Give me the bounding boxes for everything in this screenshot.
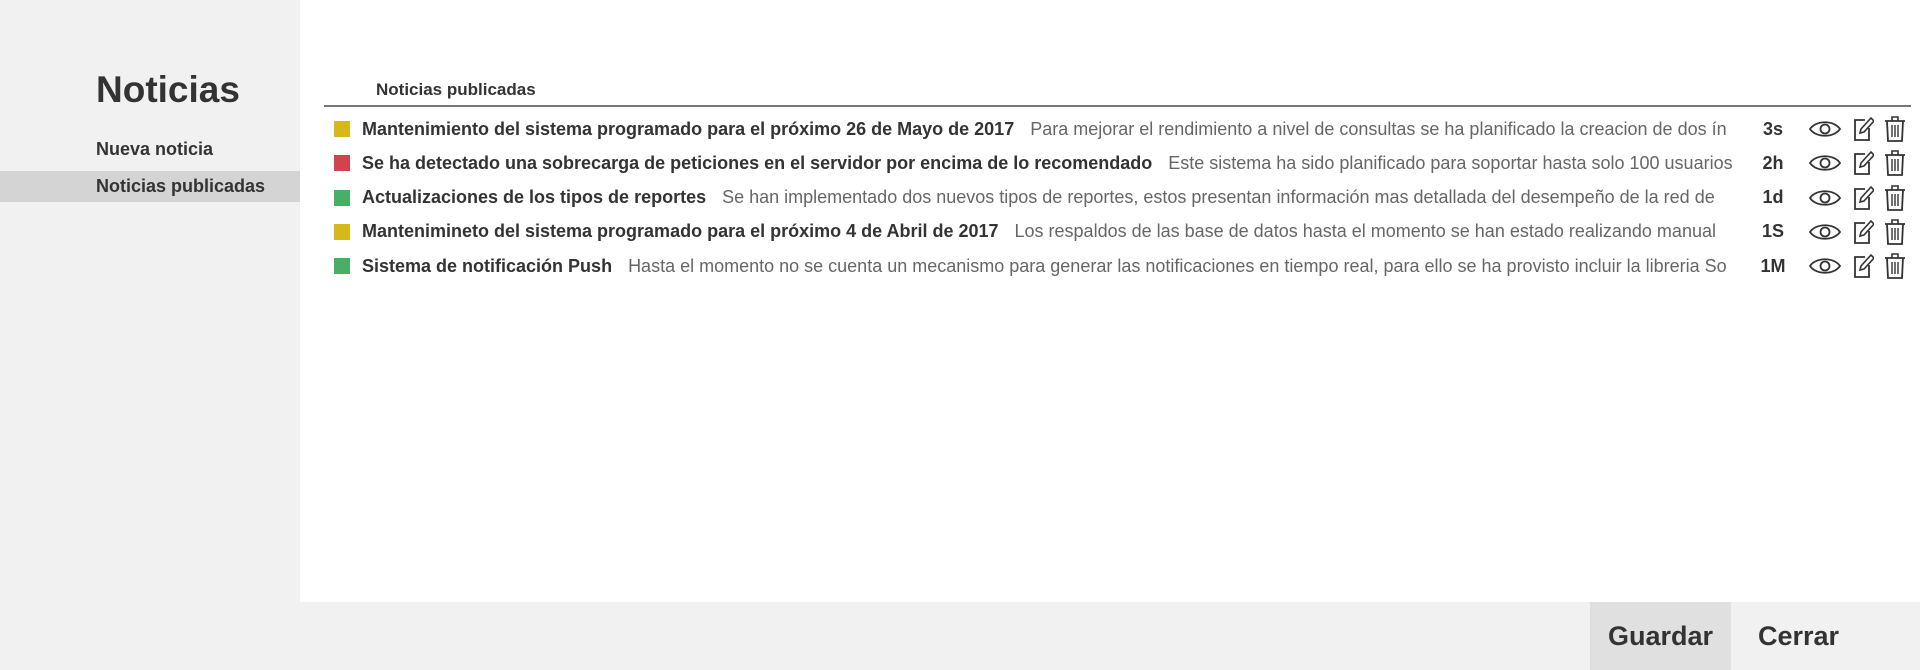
row-actions xyxy=(1808,149,1906,177)
status-indicator xyxy=(334,223,350,240)
news-age: 1d xyxy=(1762,187,1784,208)
list-item[interactable]: Mantenimiento del sistema programado par… xyxy=(324,112,1914,146)
status-indicator xyxy=(334,258,350,275)
trash-icon[interactable] xyxy=(1884,115,1906,143)
sidebar-item-nueva-noticia[interactable]: Nueva noticia xyxy=(0,134,300,165)
status-indicator xyxy=(334,155,350,172)
list-header: Noticias publicadas xyxy=(324,76,1911,107)
trash-icon[interactable] xyxy=(1884,184,1906,212)
news-title[interactable]: Mantenimineto del sistema programado par… xyxy=(362,221,999,241)
news-age: 3s xyxy=(1762,118,1784,139)
sidebar-item-noticias-publicadas[interactable]: Noticias publicadas xyxy=(0,171,300,202)
news-text: Mantenimineto del sistema programado par… xyxy=(362,221,1752,242)
eye-icon[interactable] xyxy=(1808,186,1842,210)
edit-icon[interactable] xyxy=(1852,116,1874,142)
footer-bar: Guardar Cerrar xyxy=(0,602,1920,670)
main-panel: Noticias publicadas Mantenimiento del si… xyxy=(300,0,1920,602)
trash-icon[interactable] xyxy=(1884,252,1906,280)
page-title: Noticias xyxy=(96,69,240,110)
edit-icon[interactable] xyxy=(1852,219,1874,245)
news-age: 2h xyxy=(1762,152,1784,173)
news-snippet: Los respaldos de las base de datos hasta… xyxy=(1014,221,1716,242)
eye-icon[interactable] xyxy=(1808,254,1842,278)
news-snippet: Se han implementado dos nuevos tipos de … xyxy=(722,187,1715,208)
eye-icon[interactable] xyxy=(1808,117,1842,141)
news-title[interactable]: Se ha detectado una sobrecarga de petici… xyxy=(362,153,1152,173)
list-item[interactable]: Actualizaciones de los tipos de reportes… xyxy=(324,181,1914,215)
row-actions xyxy=(1808,218,1906,246)
news-text: Se ha detectado una sobrecarga de petici… xyxy=(362,153,1752,174)
edit-icon[interactable] xyxy=(1852,150,1874,176)
news-snippet: Hasta el momento no se cuenta un mecanis… xyxy=(628,255,1727,276)
trash-icon[interactable] xyxy=(1884,218,1906,246)
row-actions xyxy=(1808,252,1906,280)
save-button[interactable]: Guardar xyxy=(1590,602,1731,670)
news-age: 1S xyxy=(1761,221,1785,242)
status-indicator xyxy=(334,121,350,137)
trash-icon[interactable] xyxy=(1884,149,1906,177)
news-text: Sistema de notificación Push Hasta el mom… xyxy=(362,256,1752,277)
news-snippet: Para mejorar el rendimiento a nivel de c… xyxy=(1030,118,1727,139)
sidebar: Noticias Nueva noticia Noticias publicad… xyxy=(0,0,300,602)
news-text: Mantenimiento del sistema programado par… xyxy=(362,119,1752,140)
list-item[interactable]: Mantenimineto del sistema programado par… xyxy=(324,215,1914,249)
news-title[interactable]: Actualizaciones de los tipos de reportes xyxy=(362,187,706,207)
eye-icon[interactable] xyxy=(1808,151,1842,175)
news-age: 1M xyxy=(1760,255,1786,276)
row-actions xyxy=(1808,115,1906,143)
news-title[interactable]: Mantenimiento del sistema programado par… xyxy=(362,119,1014,139)
news-title[interactable]: Sistema de notificación Push xyxy=(362,256,612,276)
list-header-label: Noticias publicadas xyxy=(376,80,536,99)
eye-icon[interactable] xyxy=(1808,220,1842,244)
news-snippet: Este sistema ha sido planificado para so… xyxy=(1168,152,1733,173)
news-text: Actualizaciones de los tipos de reportes… xyxy=(362,187,1752,208)
list-item[interactable]: Se ha detectado una sobrecarga de petici… xyxy=(324,146,1914,180)
status-indicator xyxy=(334,189,350,206)
list-item[interactable]: Sistema de notificación Push Hasta el mom… xyxy=(324,249,1914,283)
edit-icon[interactable] xyxy=(1852,185,1874,211)
close-button[interactable]: Cerrar xyxy=(1731,602,1866,670)
row-actions xyxy=(1808,184,1906,212)
edit-icon[interactable] xyxy=(1852,253,1874,279)
